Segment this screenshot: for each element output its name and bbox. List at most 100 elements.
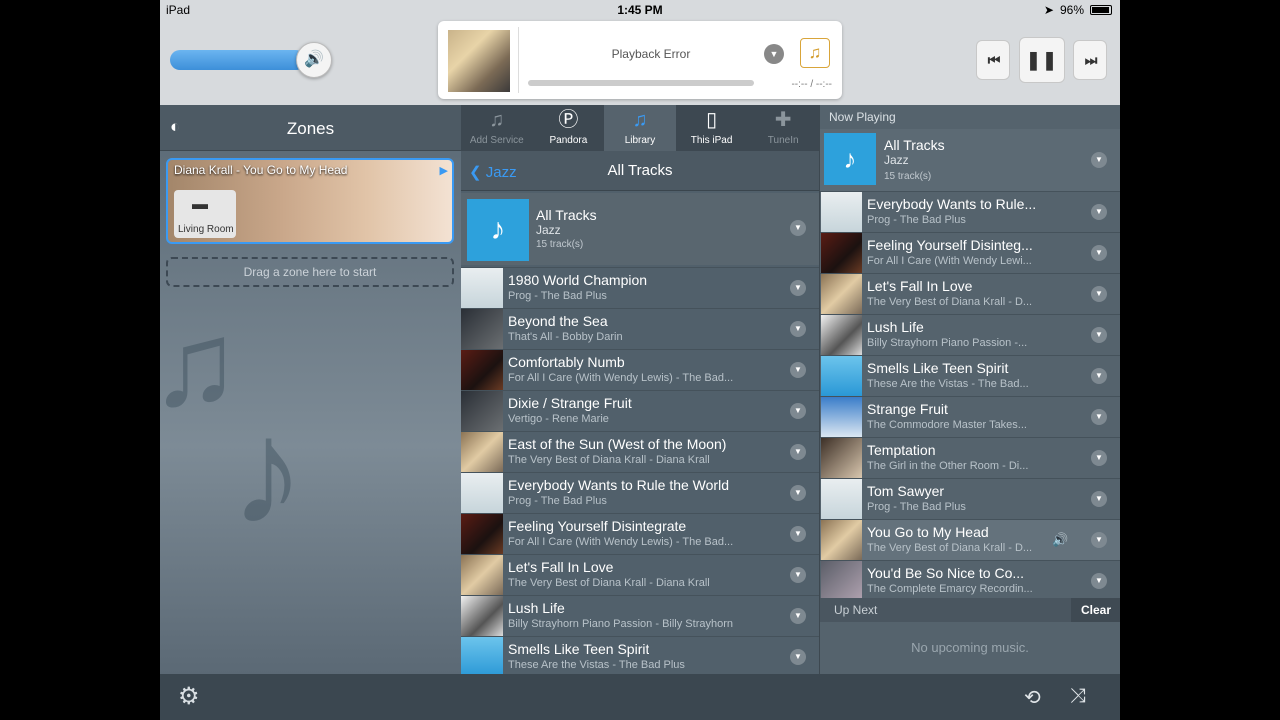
queue-row[interactable]: Let's Fall In Love The Very Best of Diana… — [820, 273, 1120, 314]
track-name: 1980 World Champion — [508, 272, 648, 288]
track-row[interactable]: Smells Like Teen Spirit These Are the Vis… — [461, 636, 819, 677]
tab-add-service[interactable]: ♫ Add Service — [461, 105, 533, 151]
chevron-down-icon[interactable]: ▼ — [1091, 204, 1107, 220]
track-name: Feeling Yourself Disintegrate — [508, 518, 687, 534]
chevron-down-icon[interactable]: ▼ — [1091, 327, 1107, 343]
queue-collection-header[interactable]: ♪ All Tracks Jazz 15 track(s) ▼ — [820, 129, 1120, 191]
track-row[interactable]: Feeling Yourself Disintegrate For All I C… — [461, 513, 819, 554]
music-clef-decoration: ♪ — [230, 387, 305, 555]
queue-track-subtitle: Billy Strayhorn Piano Passion -... — [867, 337, 1028, 349]
chevron-down-icon[interactable]: ▼ — [1091, 409, 1107, 425]
tab-tunein[interactable]: ✚ TuneIn — [747, 105, 819, 151]
tab-library[interactable]: ♫ Library — [604, 105, 676, 151]
album-thumbnail — [821, 356, 862, 396]
track-row[interactable]: Everybody Wants to Rule the World Prog - … — [461, 472, 819, 513]
track-row[interactable]: 1980 World Champion Prog - The Bad Plus ▼ — [461, 267, 819, 308]
chevron-down-icon[interactable]: ▼ — [790, 403, 806, 419]
track-row[interactable]: East of the Sun (West of the Moon) The Ve… — [461, 431, 819, 472]
track-row[interactable]: Lush Life Billy Strayhorn Piano Passion -… — [461, 595, 819, 636]
chevron-down-icon[interactable]: ▼ — [764, 44, 784, 64]
chevron-down-icon[interactable]: ▼ — [1091, 450, 1107, 466]
album-thumbnail — [821, 315, 862, 355]
clear-button[interactable]: Clear — [1071, 598, 1120, 622]
chevron-down-icon[interactable]: ▼ — [790, 280, 806, 296]
album-thumbnail — [821, 233, 862, 273]
queue-row[interactable]: Smells Like Teen Spirit These Are the Vis… — [820, 355, 1120, 396]
queue-row[interactable]: You Go to My Head The Very Best of Diana … — [820, 519, 1120, 560]
queue-track-subtitle: The Girl in the Other Room - Di... — [867, 460, 1029, 472]
chevron-down-icon[interactable]: ▼ — [790, 608, 806, 624]
track-name: Comfortably Numb — [508, 354, 625, 370]
queue-track-subtitle: The Complete Emarcy Recordin... — [867, 583, 1033, 595]
queue-row[interactable]: Everybody Wants to Rule... Prog - The Bad… — [820, 191, 1120, 232]
zone-drop-target[interactable]: Drag a zone here to start — [166, 257, 454, 287]
chevron-down-icon[interactable]: ▼ — [1091, 245, 1107, 261]
source-tabs: ♫ Add Service Ⓟ Pandora ♫ Library ▯ This iPa… — [461, 105, 819, 151]
track-subtitle: The Very Best of Diana Krall - Diana Kra… — [508, 577, 710, 589]
queue-track-subtitle: The Very Best of Diana Krall - D... — [867, 296, 1033, 308]
volume-slider[interactable] — [170, 50, 306, 70]
queue-row[interactable]: Feeling Yourself Disinteg... For All I Ca… — [820, 232, 1120, 273]
queue-row[interactable]: Strange Fruit The Commodore Master Takes.… — [820, 396, 1120, 437]
pause-button[interactable]: ❚❚ — [1019, 37, 1065, 83]
chevron-down-icon[interactable]: ▼ — [790, 220, 806, 236]
progress-bar[interactable] — [528, 80, 754, 86]
track-name: Lush Life — [508, 600, 565, 616]
queue-row[interactable]: Temptation The Girl in the Other Room - D… — [820, 437, 1120, 478]
library-header: ❮ Jazz All Tracks — [461, 151, 819, 191]
queue-track-name: Smells Like Teen Spirit — [867, 360, 1009, 376]
chevron-down-icon[interactable]: ▼ — [790, 362, 806, 378]
now-playing-panel[interactable]: Playback Error --:-- / --:-- ▼ ♫ — [438, 21, 842, 99]
album-art — [448, 30, 510, 92]
status-right: ➤ 96% — [1044, 3, 1112, 17]
album-thumbnail — [821, 192, 862, 232]
chevron-down-icon[interactable]: ▼ — [790, 649, 806, 665]
gramophone-icon: ♪ — [824, 133, 876, 185]
tab-pandora[interactable]: Ⓟ Pandora — [533, 105, 605, 151]
zone-track: Diana Krall - You Go to My Head — [174, 163, 348, 177]
album-thumbnail — [461, 596, 503, 636]
zone-card[interactable]: Diana Krall - You Go to My Head ▶ ▬ Livi… — [166, 158, 454, 244]
chevron-down-icon[interactable]: ▼ — [1091, 152, 1107, 168]
tab-this-ipad[interactable]: ▯ This iPad — [676, 105, 748, 151]
track-row[interactable]: Dixie / Strange Fruit Vertigo - Rene Mari… — [461, 390, 819, 431]
track-name: Beyond the Sea — [508, 313, 608, 329]
track-name: Smells Like Teen Spirit — [508, 641, 650, 657]
chevron-down-icon[interactable]: ▼ — [1091, 532, 1107, 548]
album-thumbnail — [461, 473, 503, 513]
track-subtitle: Prog - The Bad Plus — [508, 495, 607, 507]
chevron-down-icon[interactable]: ▼ — [1091, 573, 1107, 589]
track-row[interactable]: Beyond the Sea That's All - Bobby Darin ▼ — [461, 308, 819, 349]
repeat-icon[interactable]: ⟲ — [1024, 685, 1041, 710]
track-row[interactable]: Let's Fall In Love The Very Best of Diana… — [461, 554, 819, 595]
gear-icon[interactable]: ⚙ — [178, 682, 200, 711]
queue-music-icon[interactable]: ♫ — [800, 38, 830, 68]
shuffle-icon[interactable]: ⤨ — [1070, 685, 1086, 708]
chevron-down-icon[interactable]: ▼ — [1091, 491, 1107, 507]
gramophone-icon: ♪ — [467, 199, 529, 261]
tunein-icon: ✚ — [774, 109, 792, 131]
queue-row[interactable]: You'd Be So Nice to Co... The Complete Em… — [820, 560, 1120, 601]
queue-row[interactable]: Lush Life Billy Strayhorn Piano Passion -… — [820, 314, 1120, 355]
speaker-icon[interactable]: 🔊 — [296, 42, 332, 78]
chevron-down-icon[interactable]: ▼ — [790, 567, 806, 583]
chevron-down-icon[interactable]: ▼ — [790, 526, 806, 542]
collection-title: All Tracks — [536, 207, 597, 223]
chevron-down-icon[interactable]: ▼ — [1091, 368, 1107, 384]
top-bar: 🔊 Playback Error --:-- / --:-- ▼ ♫ ⏮ ❚❚ … — [160, 20, 1120, 105]
ipad-icon: ▯ — [706, 109, 718, 131]
chevron-down-icon[interactable]: ▼ — [790, 321, 806, 337]
chevron-down-icon[interactable]: ▼ — [790, 485, 806, 501]
chevron-down-icon[interactable]: ▼ — [790, 444, 806, 460]
next-button[interactable]: ⏭ — [1073, 40, 1107, 80]
chevron-down-icon[interactable]: ▼ — [1091, 286, 1107, 302]
zone-room[interactable]: ▬ Living Room — [174, 190, 236, 238]
album-thumbnail — [461, 391, 503, 431]
album-thumbnail — [821, 438, 862, 478]
previous-button[interactable]: ⏮ — [976, 40, 1010, 80]
collection-header[interactable]: ♪ All Tracks Jazz 15 track(s) ▼ — [461, 193, 819, 265]
music-notes-decoration: ♫ — [160, 297, 240, 431]
queue-row[interactable]: Tom Sawyer Prog - The Bad Plus ▼ — [820, 478, 1120, 519]
track-name: Everybody Wants to Rule the World — [508, 477, 729, 493]
track-row[interactable]: Comfortably Numb For All I Care (With Wen… — [461, 349, 819, 390]
